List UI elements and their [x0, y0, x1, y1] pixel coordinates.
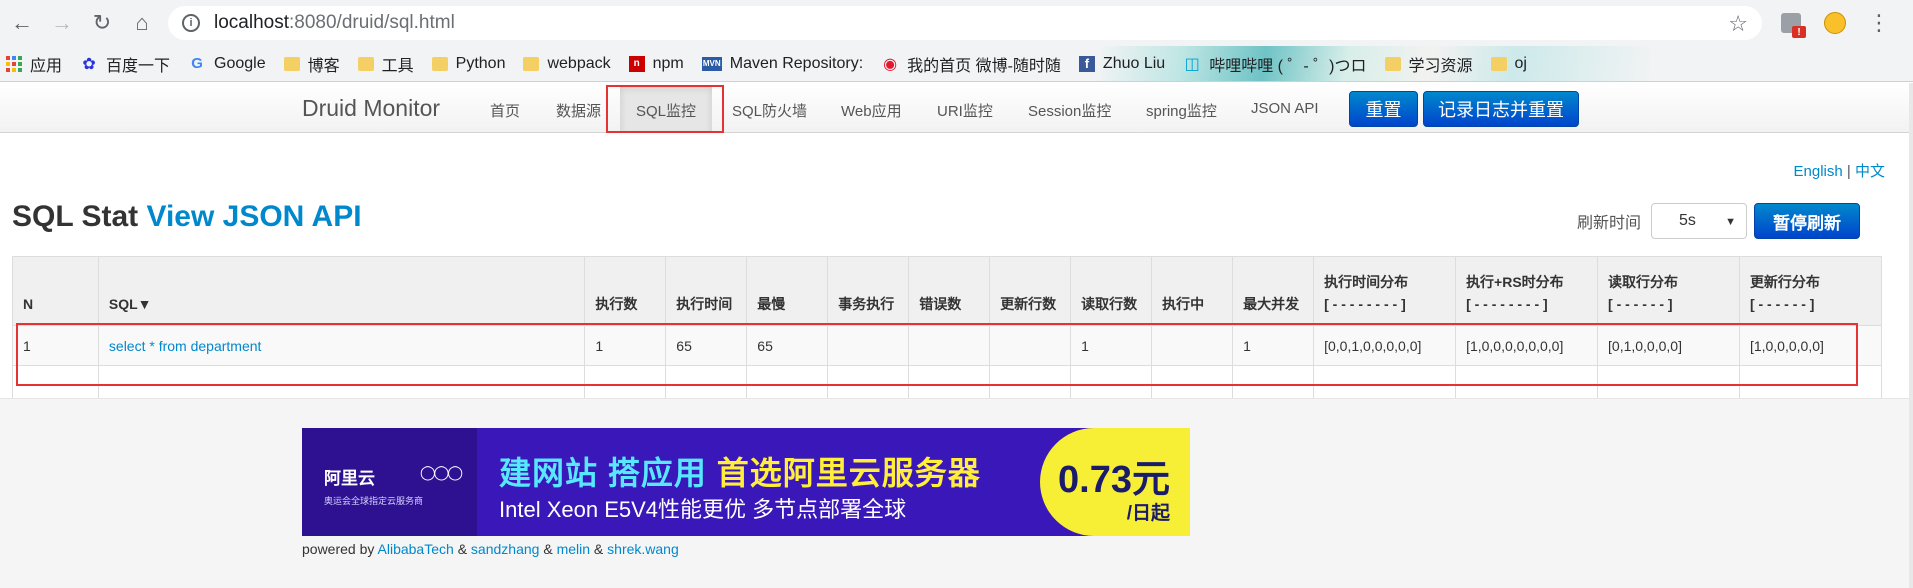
address-bar[interactable]: i localhost:8080/druid/sql.html ☆ — [168, 6, 1762, 40]
weibo-icon: ◉ — [883, 55, 898, 73]
bookmark-baidu[interactable]: ✿ 百度一下 — [80, 52, 170, 76]
nav-spring-monitor[interactable]: spring监控 — [1146, 100, 1217, 121]
back-icon[interactable]: ← — [4, 5, 40, 41]
bookmark-google[interactable]: G Google — [188, 55, 265, 73]
bookmark-maven[interactable]: MVN Maven Repository: — [701, 55, 863, 73]
header-read-dist[interactable]: 读取行分布[ - - - - - - ] — [1597, 256, 1740, 326]
chinese-link[interactable]: 中文 — [1855, 163, 1885, 180]
pause-refresh-button[interactable]: 暂停刷新 — [1754, 203, 1860, 239]
chevron-down-icon: ▼ — [1725, 216, 1736, 228]
bookmark-bilibili[interactable]: ◫ 哔哩哔哩 ( ゜- ゜)つロ — [1183, 52, 1367, 76]
refresh-interval-label: 刷新时间 — [1577, 215, 1642, 232]
author-sandzhang-link[interactable]: sandzhang — [471, 541, 540, 557]
google-icon: G — [191, 55, 203, 72]
folder-icon — [357, 56, 374, 71]
log-and-reset-button[interactable]: 记录日志并重置 — [1423, 91, 1579, 127]
header-exec-count[interactable]: 执行数 — [584, 256, 666, 326]
banner-headline: 建网站 搭应用 首选阿里云服务器 — [499, 455, 981, 491]
author-shrek-wang-link[interactable]: shrek.wang — [607, 541, 679, 557]
apps-icon — [6, 55, 22, 72]
nav-home[interactable]: 首页 — [490, 100, 520, 121]
brand-title[interactable]: Druid Monitor — [302, 95, 440, 122]
profile-emoji-icon[interactable] — [1820, 8, 1850, 38]
table-header-row: N SQL▼ 执行数 执行时间 最慢 事务执行 错误数 更新行数 读取行数 执行… — [12, 256, 1882, 326]
bookmarks-bar: 应用 ✿ 百度一下 G Google 博客 工具 Python webpack nn… — [0, 46, 1913, 82]
druid-navbar: Druid Monitor 首页 数据源 SQL监控 SQL防火墙 Web应用 … — [0, 83, 1913, 133]
scrollbar[interactable] — [1909, 83, 1913, 588]
header-read-rows[interactable]: 读取行数 — [1070, 256, 1152, 326]
banner-price-unit: /日起 — [1126, 503, 1170, 524]
url-path: :8080/druid/sql.html — [289, 12, 455, 33]
folder-icon — [1490, 56, 1507, 71]
info-icon[interactable]: i — [182, 14, 200, 32]
language-switch: English | 中文 — [1794, 160, 1885, 181]
facebook-icon: f — [1078, 55, 1095, 72]
extension-badge: ! — [1792, 26, 1806, 38]
header-update-dist[interactable]: 更新行分布[ - - - - - - ] — [1738, 256, 1882, 326]
lang-separator: | — [1846, 163, 1851, 180]
reload-icon[interactable]: ↻ — [84, 5, 120, 41]
bookmark-learning[interactable]: 学习资源 — [1384, 52, 1473, 76]
forward-icon[interactable]: → — [44, 5, 80, 41]
header-max-concurrent[interactable]: 最大并发 — [1232, 256, 1314, 326]
header-n[interactable]: N — [12, 256, 99, 326]
folder-icon — [283, 56, 300, 71]
page-title: SQL Stat View JSON API — [12, 200, 362, 234]
browser-toolbar: ← → ↻ ⌂ i localhost:8080/druid/sql.html … — [0, 0, 1913, 46]
folder-icon — [523, 56, 540, 71]
banner-price: 0.73元 — [1058, 459, 1170, 501]
view-json-api-link[interactable]: View JSON API — [146, 200, 361, 233]
banner-subtitle: 奥运会全球指定云服务商 — [324, 496, 424, 506]
author-alibabatech-link[interactable]: AlibabaTech — [378, 541, 454, 557]
bookmark-blog[interactable]: 博客 — [283, 52, 340, 76]
nav-session-monitor[interactable]: Session监控 — [1028, 100, 1111, 121]
folder-icon — [431, 56, 448, 71]
folder-icon — [1384, 56, 1401, 71]
header-running[interactable]: 执行中 — [1151, 256, 1233, 326]
header-update-rows[interactable]: 更新行数 — [989, 256, 1071, 326]
bookmark-npm[interactable]: n npm — [628, 55, 684, 73]
maven-icon: MVN — [701, 56, 722, 71]
header-exec-rs-dist[interactable]: 执行+RS时分布[ - - - - - - - - ] — [1455, 256, 1598, 326]
highlight-box-nav — [606, 85, 724, 133]
nav-sql-firewall[interactable]: SQL防火墙 — [732, 100, 807, 121]
nav-web-app[interactable]: Web应用 — [841, 100, 902, 121]
baidu-icon: ✿ — [82, 55, 96, 73]
extension-icon[interactable]: ! — [1776, 8, 1806, 38]
bookmark-webpack[interactable]: webpack — [523, 55, 611, 73]
english-link[interactable]: English — [1794, 163, 1843, 180]
banner-line2: Intel Xeon E5V4性能更优 多节点部署全球 — [499, 497, 907, 522]
bookmark-facebook[interactable]: f Zhuo Liu — [1078, 55, 1165, 73]
bilibili-icon: ◫ — [1184, 55, 1200, 73]
bookmark-oj[interactable]: oj — [1490, 55, 1527, 73]
header-exec-time-dist[interactable]: 执行时间分布[ - - - - - - - - ] — [1313, 256, 1456, 326]
nav-datasource[interactable]: 数据源 — [556, 100, 601, 121]
bookmark-tools[interactable]: 工具 — [357, 52, 414, 76]
aliyun-logo: 阿里云 — [324, 469, 375, 488]
reset-button[interactable]: 重置 — [1349, 91, 1418, 127]
bookmark-star-icon[interactable]: ☆ — [1728, 11, 1748, 37]
header-error-count[interactable]: 错误数 — [908, 256, 990, 326]
home-icon[interactable]: ⌂ — [124, 5, 160, 41]
url-host: localhost — [214, 12, 289, 33]
refresh-interval-select[interactable]: 5s ▼ — [1651, 203, 1747, 239]
highlight-box-row — [16, 323, 1858, 386]
powered-by: powered by AlibabaTech & sandzhang & mel… — [302, 541, 679, 557]
npm-icon: n — [628, 55, 645, 72]
refresh-interval-value: 5s — [1679, 212, 1696, 229]
bookmark-python[interactable]: Python — [431, 55, 505, 73]
nav-uri-monitor[interactable]: URI监控 — [937, 100, 993, 121]
menu-dots-icon[interactable]: ⋮ — [1864, 8, 1894, 38]
author-melin-link[interactable]: melin — [557, 541, 590, 557]
bookmark-apps[interactable]: 应用 — [6, 52, 62, 76]
nav-json-api[interactable]: JSON API — [1251, 100, 1319, 117]
bookmark-weibo[interactable]: ◉ 我的首页 微博-随时随 — [881, 52, 1061, 76]
ad-banner[interactable]: 阿里云 ◯◯◯ 奥运会全球指定云服务商 建网站 搭应用 首选阿里云服务器 Int… — [302, 428, 1190, 536]
header-txn-exec[interactable]: 事务执行 — [827, 256, 909, 326]
header-slowest[interactable]: 最慢 — [746, 256, 828, 326]
header-sql[interactable]: SQL▼ — [97, 256, 585, 326]
header-exec-time[interactable]: 执行时间 — [665, 256, 747, 326]
page-title-text: SQL Stat — [12, 200, 139, 233]
olympic-rings-icon: ◯◯◯ — [420, 464, 463, 480]
